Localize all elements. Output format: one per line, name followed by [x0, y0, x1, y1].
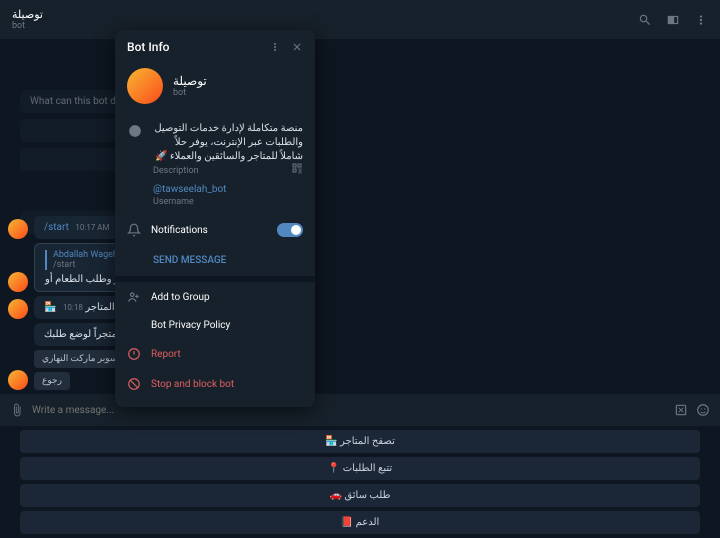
kb-request-driver[interactable]: 🚗 طلب سائق: [20, 484, 700, 507]
chat-title: توصيلة: [12, 8, 43, 21]
more-icon[interactable]: [269, 41, 281, 53]
description-label: Description: [153, 166, 303, 176]
add-group-icon: [127, 290, 141, 304]
sidebar-icon[interactable]: [666, 13, 680, 27]
start-command: /start 10:17 AM: [34, 216, 120, 239]
bot-avatar[interactable]: [127, 68, 163, 104]
block-icon: [127, 377, 141, 391]
avatar[interactable]: [8, 272, 28, 292]
add-to-group-button[interactable]: Add to Group: [115, 282, 315, 312]
bot-info-modal: Bot Info توصيلة bot منصة متكاملة لإدارة …: [115, 30, 315, 407]
report-button[interactable]: Report: [115, 339, 315, 369]
bot-subtitle: bot: [173, 88, 207, 98]
bot-username[interactable]: @tawseelah_bot: [153, 184, 303, 195]
report-icon: [127, 347, 141, 361]
avatar[interactable]: [8, 219, 28, 239]
close-icon[interactable]: [291, 41, 303, 53]
chat-header: توصيلة bot: [0, 0, 720, 40]
notifications-toggle[interactable]: [277, 223, 303, 237]
kb-browse-stores[interactable]: 🏪 تصفح المتاجر: [20, 430, 700, 453]
send-message-button[interactable]: SEND MESSAGE: [115, 245, 315, 276]
attach-icon[interactable]: [10, 403, 24, 417]
kb-support[interactable]: 📕 الدعم: [20, 511, 700, 534]
command-icon[interactable]: [674, 403, 688, 417]
more-icon[interactable]: [694, 13, 708, 27]
privacy-policy-button[interactable]: Bot Privacy Policy: [115, 312, 315, 339]
bot-description: منصة متكاملة لإدارة خدمات التوصيل والطلب…: [153, 122, 303, 164]
username-label: Username: [153, 197, 303, 207]
info-icon: [128, 124, 142, 138]
avatar[interactable]: [8, 370, 28, 390]
kb-track-orders[interactable]: 📍 تتبع الطلبات: [20, 457, 700, 480]
supermarket-button[interactable]: سوبر ماركت النهاري: [34, 350, 125, 368]
notifications-label: Notifications: [151, 225, 208, 236]
emoji-icon[interactable]: [696, 403, 710, 417]
bell-icon: [127, 223, 141, 237]
reply-keyboard: 🏪 تصفح المتاجر 📍 تتبع الطلبات 🚗 طلب سائق…: [0, 426, 720, 538]
chat-area: What can this bot do? رنت، يوفر حلاً شام…: [0, 40, 720, 394]
modal-title: Bot Info: [127, 40, 170, 54]
avatar[interactable]: [8, 299, 28, 319]
qr-icon[interactable]: [291, 162, 303, 174]
bot-name: توصيلة: [173, 74, 207, 88]
stop-block-button[interactable]: Stop and block bot: [115, 369, 315, 399]
chat-subtitle: bot: [12, 21, 43, 31]
message-input-bar: [0, 394, 720, 426]
search-icon[interactable]: [638, 13, 652, 27]
back-button[interactable]: رجوع: [34, 372, 70, 390]
